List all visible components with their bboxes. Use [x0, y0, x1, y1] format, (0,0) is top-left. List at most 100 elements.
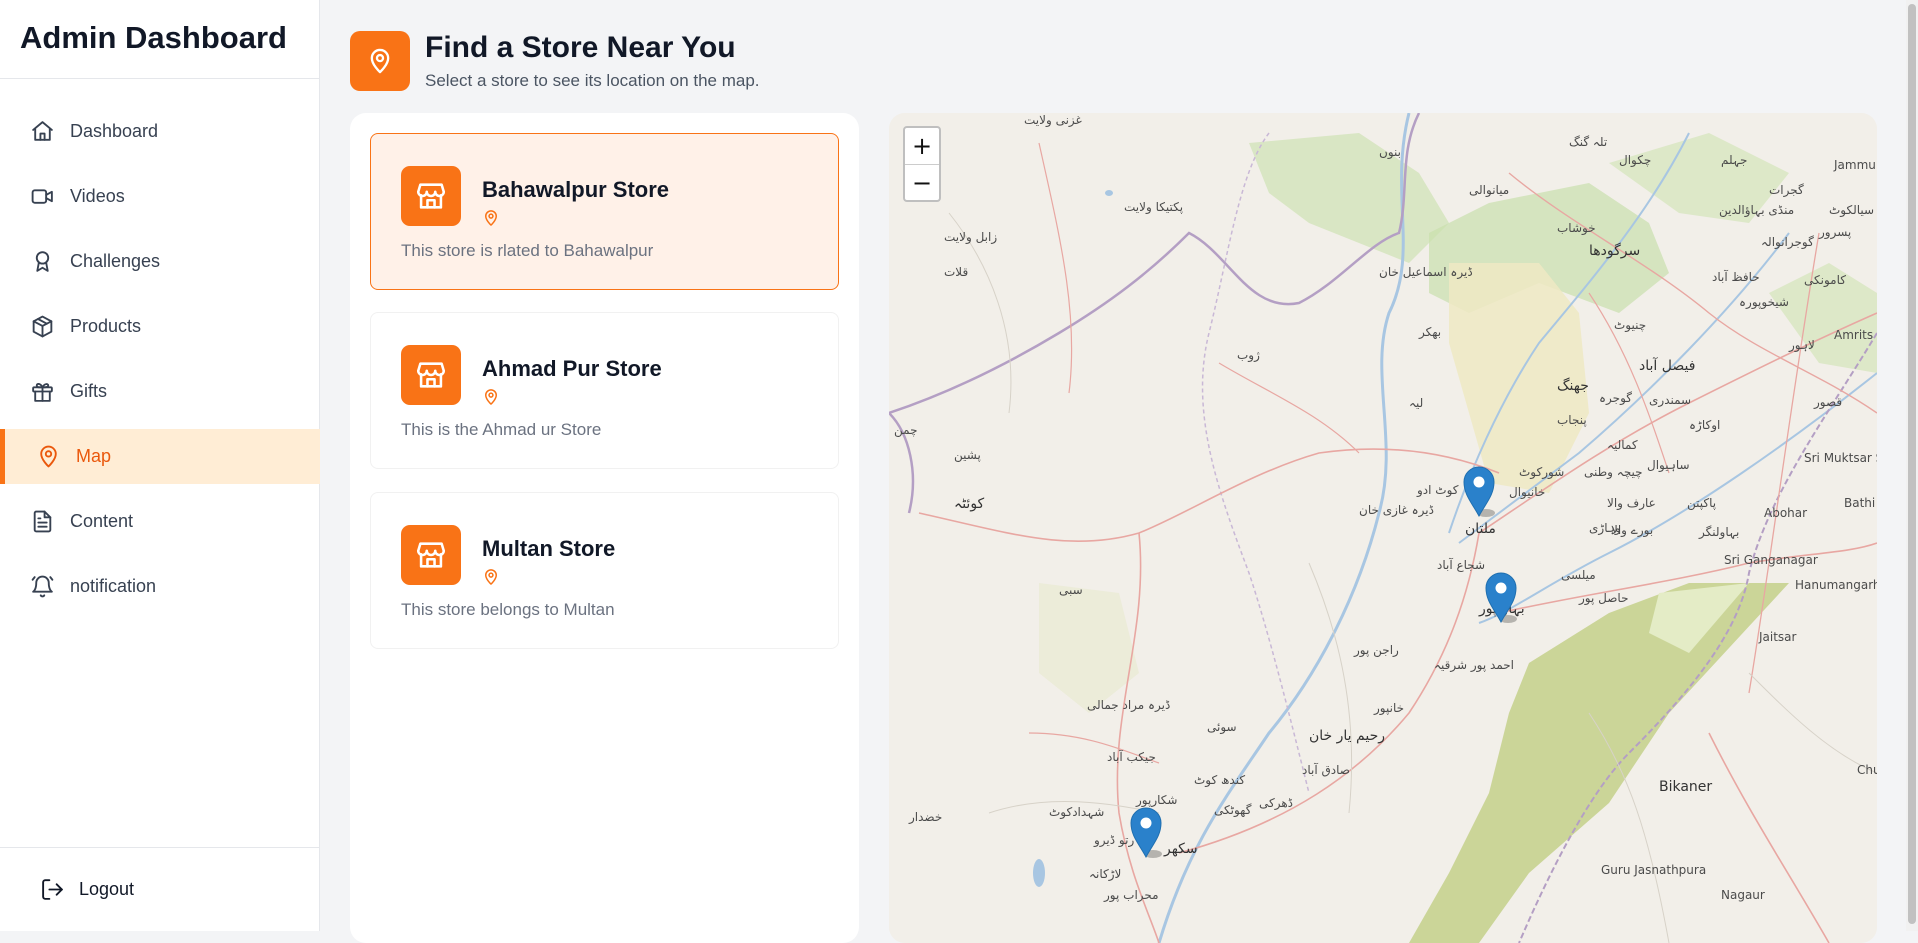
sidebar-item-label: Dashboard	[70, 121, 159, 141]
store-description: This is the Ahmad ur Store	[401, 420, 602, 439]
store-card-multan[interactable]: Multan Store This store belongs to Multa…	[370, 492, 839, 649]
map-label: بہاولنگر	[1699, 525, 1740, 539]
map-label: میلسی	[1561, 568, 1596, 582]
map-label: چیچہ وطنی	[1584, 465, 1643, 479]
sidebar-item-dashboard[interactable]: Dashboard	[0, 104, 320, 159]
map-label: لیہ	[1409, 396, 1424, 410]
map-label: لاہور	[1789, 338, 1815, 352]
zoom-in-button[interactable]: +	[905, 128, 939, 165]
map-label: میانوالی	[1469, 183, 1510, 197]
map-label: سوئی	[1207, 720, 1237, 734]
page-title: Find a Store Near You	[425, 31, 736, 64]
map-label: رحیم یار خان	[1309, 728, 1385, 744]
sidebar-item-content[interactable]: Content	[0, 494, 320, 549]
bell-icon	[28, 573, 56, 601]
sidebar-item-products[interactable]: Products	[0, 299, 320, 354]
map-label: بنوں	[1379, 145, 1401, 159]
zoom-control: + −	[903, 126, 941, 202]
map-label: سرگودھا	[1589, 243, 1641, 259]
map-label: شکارپور	[1136, 793, 1178, 807]
home-icon	[28, 118, 56, 146]
map-label: Sri Muktsar Sahib	[1804, 451, 1877, 465]
map-label: اوکاڑہ	[1689, 418, 1721, 432]
map-label: زابل ولایت	[944, 230, 998, 244]
map-label: ڈیرہ مراد جمالی	[1087, 698, 1171, 712]
map-label: تلہ گنگ	[1569, 135, 1608, 149]
sidebar-item-label: notification	[70, 576, 157, 596]
sidebar-item-videos[interactable]: Videos	[0, 169, 320, 224]
box-icon	[28, 313, 56, 341]
map-label: چمن	[894, 423, 918, 437]
map-label: قلات	[944, 265, 969, 279]
sidebar-item-map[interactable]: Map	[0, 429, 320, 484]
store-card-bahawalpur[interactable]: Bahawalpur Store This store is rlated to…	[370, 133, 839, 290]
map-label: پکتیکا ولایت	[1124, 200, 1184, 214]
map-label: غزنی ولایت	[1024, 113, 1082, 127]
map-label: سکھر	[1164, 841, 1198, 857]
store-marker-ahmad-pur[interactable]	[1129, 806, 1163, 858]
location-pin-icon	[482, 208, 500, 228]
store-icon	[401, 345, 461, 405]
award-icon	[28, 248, 56, 276]
map-label: Nagaur	[1721, 888, 1765, 902]
map-label: چکوال	[1619, 153, 1652, 167]
map-label: سمندری	[1649, 393, 1692, 407]
map-label: Jammu	[1834, 158, 1876, 172]
map-label: ژوب	[1237, 348, 1260, 362]
store-icon	[401, 166, 461, 226]
gift-icon	[28, 378, 56, 406]
map-label: سیالکوٹ	[1829, 203, 1875, 217]
map-label: کوٹ ادو	[1417, 483, 1459, 497]
logout-label: Logout	[79, 879, 135, 899]
map-label: پاکپتن	[1687, 496, 1717, 510]
store-name: Bahawalpur Store	[482, 177, 670, 202]
map-label: گوجرانوالہ	[1761, 235, 1814, 249]
store-map[interactable]: + − بنوں میانوالی سرگودھا فیصل آباد جھنگ…	[889, 113, 1877, 943]
map-label: ڈیرہ غازی خان	[1359, 503, 1434, 517]
store-description: This store is rlated to Bahawalpur	[401, 241, 654, 260]
map-label: گوجرہ	[1599, 391, 1632, 405]
map-label: عارف والا	[1607, 496, 1656, 510]
store-list-panel: Bahawalpur Store This store is rlated to…	[350, 113, 859, 943]
sidebar-item-label: Gifts	[70, 381, 108, 401]
header-map-pin-icon	[350, 31, 410, 91]
zoom-out-button[interactable]: −	[905, 165, 939, 201]
map-label: Jaitsar	[1759, 630, 1797, 644]
map-label: شورکوٹ	[1519, 465, 1565, 479]
store-card-ahmad-pur[interactable]: Ahmad Pur Store This is the Ahmad ur Sto…	[370, 312, 839, 469]
map-label: راجن پور	[1354, 643, 1399, 657]
map-label: ملتان	[1465, 521, 1496, 537]
page-subtitle: Select a store to see its location on th…	[425, 71, 760, 90]
map-label: قصور	[1814, 395, 1843, 409]
map-label: بورے والا	[1611, 523, 1654, 537]
sidebar-item-challenges[interactable]: Challenges	[0, 234, 320, 289]
map-label: خضدار	[909, 810, 943, 824]
map-label: صادق آباد	[1302, 763, 1350, 777]
map-label: حافظ آباد	[1712, 270, 1760, 284]
map-label: ساہیوال	[1647, 458, 1690, 472]
map-label: کندھ کوٹ	[1194, 773, 1246, 787]
map-label: منڈی بہاؤالدین	[1719, 203, 1795, 217]
sidebar-item-notification[interactable]: notification	[0, 559, 320, 614]
map-label: Guru Jasnathpura	[1601, 863, 1707, 877]
scrollbar-thumb[interactable]	[1908, 4, 1916, 924]
location-pin-icon	[482, 387, 500, 407]
map-label: حاصل پور	[1579, 591, 1629, 605]
logout-button[interactable]: Logout	[0, 847, 320, 931]
store-marker-bahawalpur[interactable]	[1484, 571, 1518, 623]
sidebar-item-label: Map	[76, 446, 112, 466]
sidebar-item-gifts[interactable]: Gifts	[0, 364, 320, 419]
store-description: This store belongs to Multan	[401, 600, 615, 619]
map-label: پشین	[954, 448, 981, 462]
map-label: شہدادکوٹ	[1049, 805, 1105, 819]
brand-title: Admin Dashboard	[0, 0, 319, 79]
store-icon	[401, 525, 461, 585]
map-label: Amrits	[1834, 328, 1874, 342]
page-scrollbar[interactable]	[1906, 0, 1918, 931]
map-label: محراب پور	[1104, 888, 1159, 902]
store-marker-multan[interactable]	[1462, 465, 1496, 517]
map-label: کامونکی	[1804, 273, 1846, 287]
map-label: شیخوپورہ	[1739, 295, 1789, 309]
map-label: ڈھرکی	[1259, 796, 1294, 810]
map-label: Chu	[1857, 763, 1877, 777]
